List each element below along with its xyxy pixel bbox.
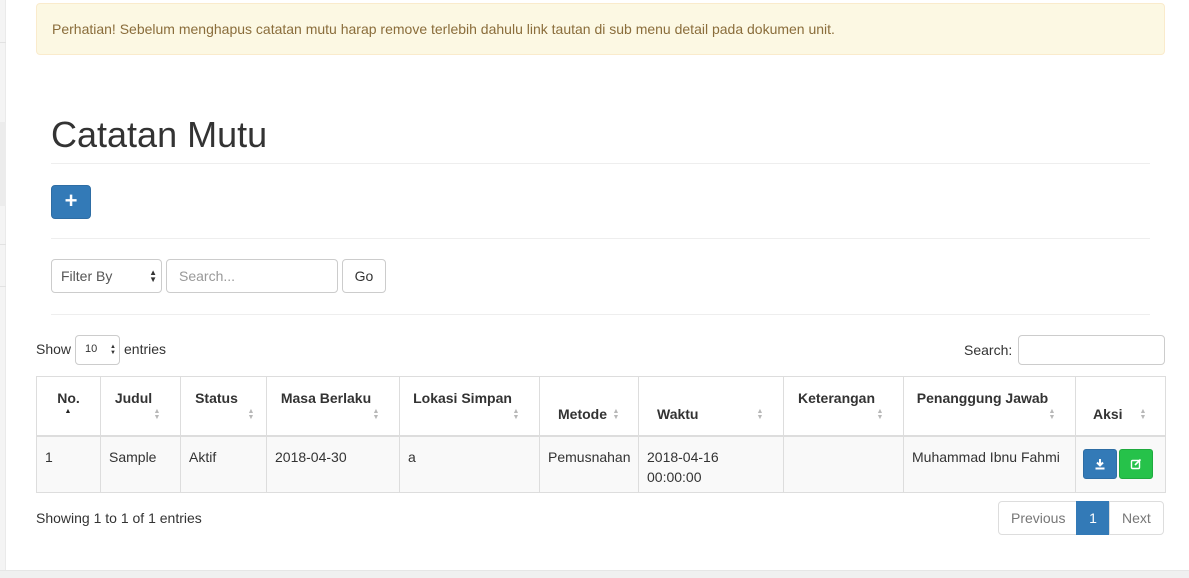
- waktu-date: 2018-04-16: [647, 448, 719, 465]
- show-label: Show: [36, 341, 72, 357]
- cell-masa-berlaku: 2018-04-30: [266, 435, 400, 493]
- table-search-label: Search:: [964, 342, 1013, 358]
- entries-length-value: 10: [85, 343, 98, 355]
- sort-asc-icon: ▲: [64, 407, 72, 415]
- select-arrows-icon: ▲ ▼: [149, 268, 157, 284]
- sidebar-edge: [0, 0, 6, 578]
- download-button[interactable]: [1083, 448, 1117, 479]
- sort-icon: ▲ ▼: [876, 407, 884, 421]
- page-bottom-edge: [0, 570, 1189, 578]
- column-header-masa-berlaku[interactable]: Masa Berlaku ▲ ▼: [266, 376, 400, 437]
- filter-search-placeholder: Search...: [179, 268, 236, 284]
- column-header-status[interactable]: Status ▲ ▼: [180, 376, 267, 437]
- previous-page-button[interactable]: Previous: [998, 501, 1077, 535]
- column-header-metode[interactable]: Metode ▲ ▼: [539, 376, 639, 437]
- sidebar-divider: [0, 244, 6, 245]
- column-header-penanggung-jawab[interactable]: Penanggung Jawab ▲ ▼: [903, 376, 1076, 437]
- sort-icon: ▲ ▼: [512, 407, 520, 421]
- waktu-time: 00:00:00: [647, 468, 702, 485]
- column-header-judul[interactable]: Judul ▲ ▼: [100, 376, 181, 437]
- filter-by-select[interactable]: Filter By ▲ ▼: [51, 259, 162, 293]
- sort-icon: ▲ ▼: [1139, 407, 1147, 421]
- column-header-keterangan[interactable]: Keterangan ▲ ▼: [783, 376, 904, 437]
- cell-waktu: 2018-04-16 00:00:00: [638, 435, 784, 493]
- sort-icon: ▲ ▼: [372, 407, 380, 421]
- cell-penanggung-jawab: Muhammad Ibnu Fahmi: [903, 435, 1076, 493]
- table-search-input[interactable]: [1018, 335, 1165, 365]
- sort-icon: ▲ ▼: [247, 407, 255, 421]
- cell-judul: Sample: [100, 435, 181, 493]
- table-info: Showing 1 to 1 of 1 entries: [36, 510, 202, 526]
- column-header-no[interactable]: No. ▲: [36, 376, 101, 437]
- select-arrows-icon: ▲ ▼: [110, 344, 116, 356]
- sidebar-divider: [0, 42, 6, 43]
- page-title: Catatan Mutu: [51, 114, 268, 155]
- go-button[interactable]: Go: [342, 259, 386, 293]
- warning-alert: Perhatian! Sebelum menghapus catatan mut…: [36, 3, 1165, 55]
- sort-icon: ▲ ▼: [612, 407, 620, 421]
- sort-icon: ▲ ▼: [153, 407, 161, 421]
- column-header-lokasi-simpan[interactable]: Lokasi Simpan ▲ ▼: [399, 376, 540, 437]
- current-page-button[interactable]: 1: [1076, 501, 1110, 535]
- sort-icon: ▲ ▼: [1048, 407, 1056, 421]
- column-header-aksi[interactable]: Aksi ▲ ▼: [1075, 376, 1166, 437]
- entries-length-select[interactable]: 10 ▲ ▼: [75, 335, 120, 365]
- column-header-waktu[interactable]: Waktu ▲ ▼: [638, 376, 784, 437]
- sidebar-divider: [0, 286, 6, 287]
- table-header-row: No. ▲ Judul ▲ ▼ Status ▲ ▼ Masa Berlaku ▲ ▼…: [36, 376, 1166, 437]
- cell-no: 1: [36, 435, 101, 493]
- sort-icon: ▲ ▼: [756, 407, 764, 421]
- add-button[interactable]: +: [51, 185, 91, 219]
- sidebar-active-item: [0, 122, 6, 206]
- next-page-button[interactable]: Next: [1109, 501, 1164, 535]
- alert-text: Perhatian! Sebelum menghapus catatan mut…: [52, 21, 835, 37]
- cell-metode: Pemusnahan: [539, 435, 639, 493]
- divider: [51, 238, 1150, 239]
- divider: [51, 163, 1150, 164]
- edit-button[interactable]: [1119, 448, 1153, 479]
- table-row: 1 Sample Aktif 2018-04-30 a Pemusnahan 2…: [36, 435, 1166, 493]
- cell-keterangan: [783, 435, 904, 493]
- cell-status: Aktif: [180, 435, 267, 493]
- edit-icon: [1130, 458, 1142, 469]
- download-icon: [1095, 458, 1105, 469]
- divider: [51, 314, 1150, 315]
- plus-icon: +: [64, 188, 78, 213]
- filter-select-value: Filter By: [61, 268, 113, 284]
- pagination: Previous 1 Next: [998, 501, 1164, 535]
- cell-aksi: [1075, 435, 1166, 493]
- catatan-mutu-table: No. ▲ Judul ▲ ▼ Status ▲ ▼ Masa Berlaku ▲ ▼…: [36, 376, 1166, 493]
- entries-label: entries: [124, 341, 167, 357]
- cell-lokasi-simpan: a: [399, 435, 540, 493]
- filter-search-input[interactable]: Search...: [166, 259, 338, 293]
